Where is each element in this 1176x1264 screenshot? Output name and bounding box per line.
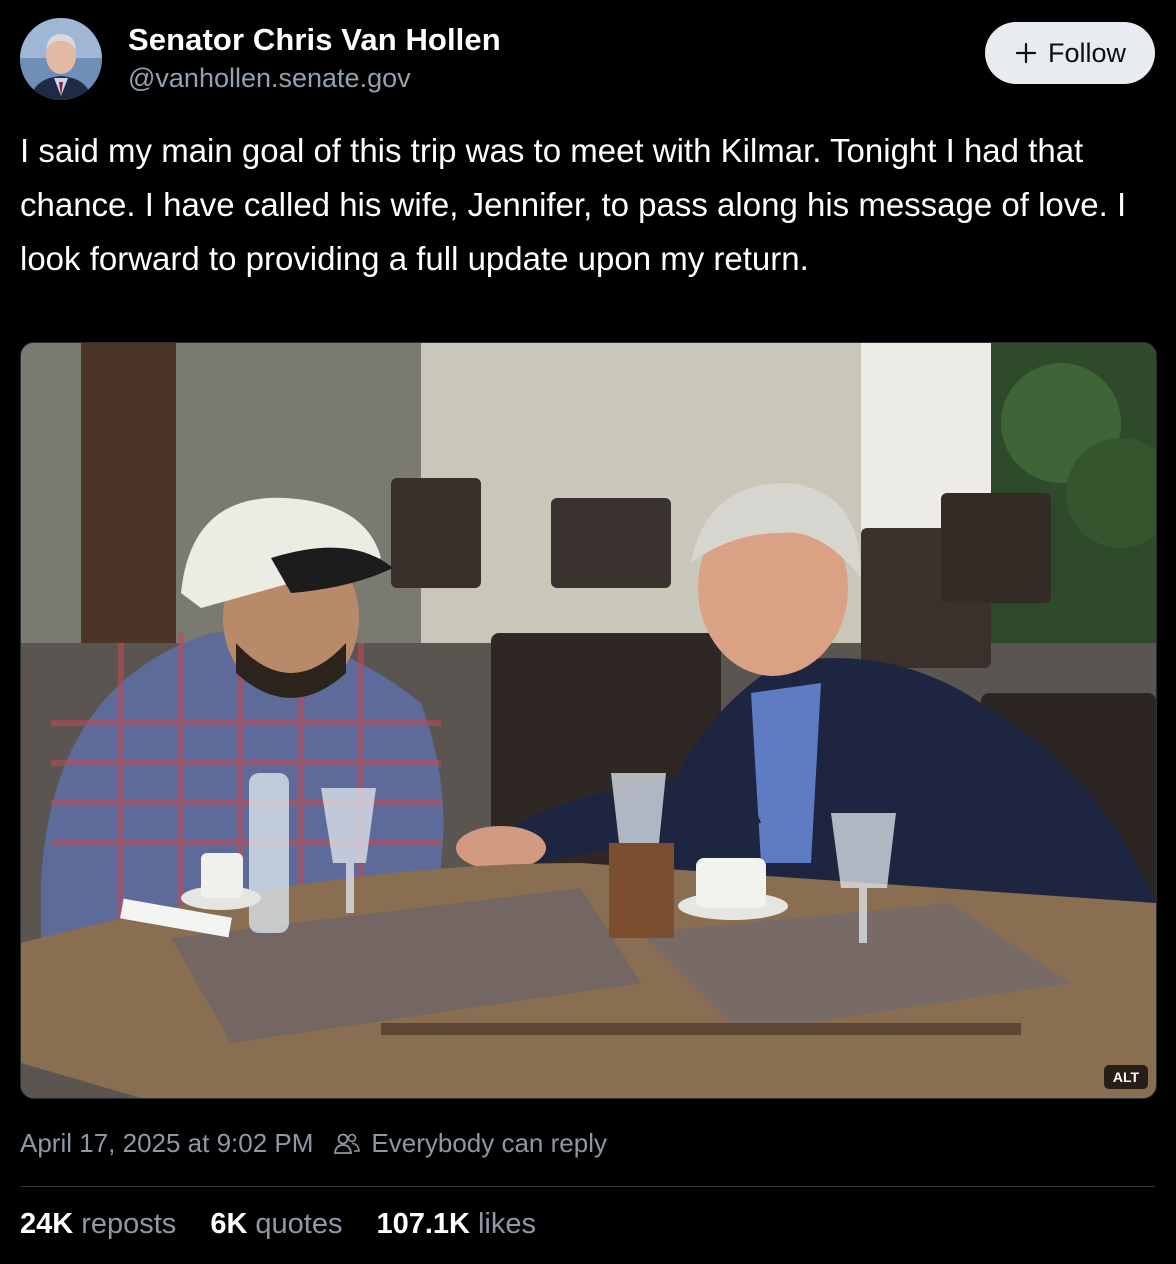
people-icon xyxy=(334,1133,361,1154)
follow-button[interactable]: Follow xyxy=(985,22,1155,84)
post-meta: April 17, 2025 at 9:02 PM Everybody can … xyxy=(20,1128,607,1159)
alt-text-badge[interactable]: ALT xyxy=(1104,1065,1148,1089)
likes-label: likes xyxy=(477,1208,536,1240)
post-timestamp[interactable]: April 17, 2025 at 9:02 PM xyxy=(20,1128,313,1159)
quotes-stat[interactable]: 6K quotes xyxy=(210,1208,342,1241)
reposts-stat[interactable]: 24K reposts xyxy=(20,1208,176,1241)
reply-setting[interactable]: Everybody can reply xyxy=(371,1128,607,1159)
reposts-label: reposts xyxy=(81,1208,177,1240)
reposts-count: 24K xyxy=(20,1208,74,1240)
author-handle[interactable]: @vanhollen.senate.gov xyxy=(128,63,411,94)
plus-icon xyxy=(1015,42,1037,64)
divider xyxy=(20,1186,1155,1187)
post-card: Senator Chris Van Hollen @vanhollen.sena… xyxy=(0,0,1176,1264)
quotes-label: quotes xyxy=(255,1208,343,1240)
likes-stat[interactable]: 107.1K likes xyxy=(376,1208,536,1241)
author-display-name[interactable]: Senator Chris Van Hollen xyxy=(128,22,501,58)
post-text: I said my main goal of this trip was to … xyxy=(20,132,1127,277)
follow-button-label: Follow xyxy=(1047,37,1127,68)
photo-illustration xyxy=(21,343,1156,1098)
likes-count: 107.1K xyxy=(376,1208,470,1240)
avatar-image xyxy=(20,18,102,100)
avatar[interactable] xyxy=(20,18,102,100)
quotes-count: 6K xyxy=(210,1208,248,1240)
engagement-stats: 24K reposts 6K quotes 107.1K likes xyxy=(20,1208,536,1241)
post-image[interactable] xyxy=(20,342,1157,1099)
